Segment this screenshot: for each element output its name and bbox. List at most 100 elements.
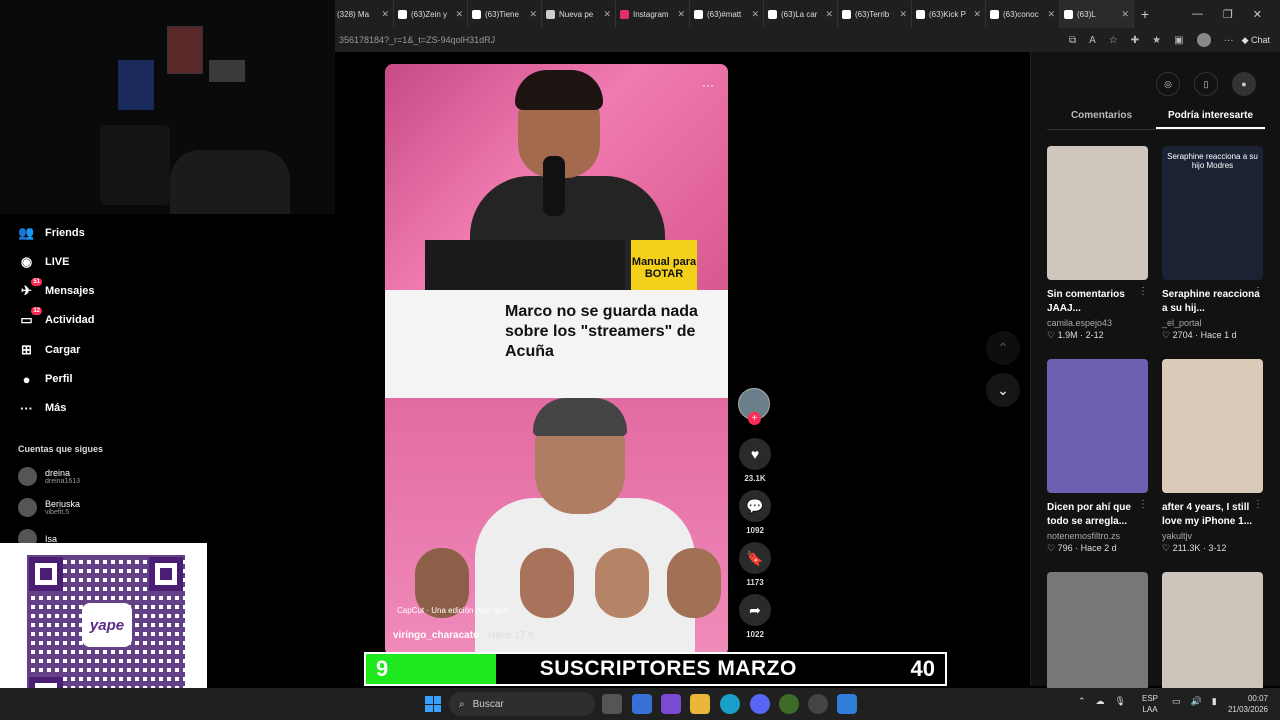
video-thumbnail[interactable] <box>1047 146 1148 280</box>
device-icon[interactable]: ▯ <box>1194 72 1218 96</box>
comment-icon[interactable]: 💬 <box>739 490 771 522</box>
tab-close-icon[interactable]: ✕ <box>751 9 759 20</box>
video-thumbnail[interactable] <box>1162 359 1263 493</box>
creator-name[interactable]: viringo_characato <box>393 630 479 641</box>
browser-tab[interactable]: (63)Tiene ✕ <box>468 0 542 28</box>
restore-icon[interactable]: ❐ <box>1223 8 1233 21</box>
recommended-video-card[interactable]: Sin comentarios JAAJ... camila.espejo43 ♡ … <box>1047 146 1148 341</box>
monitor-icon[interactable]: ▭ <box>1172 696 1181 707</box>
tab-recommended[interactable]: Podría interesarte <box>1156 110 1265 129</box>
card-more-icon[interactable]: ⋮ <box>1253 286 1263 297</box>
coins-icon[interactable]: ◎ <box>1156 72 1180 96</box>
task-view-icon[interactable] <box>602 694 622 714</box>
cloud-icon[interactable]: ☁ <box>1096 696 1105 707</box>
tab-close-icon[interactable]: ✕ <box>1047 9 1055 20</box>
settings-more-icon[interactable]: ··· <box>1224 35 1234 46</box>
browser-tab[interactable]: Instagram ✕ <box>616 0 690 28</box>
browser-tab[interactable]: (63)L ✕ <box>1060 0 1134 28</box>
new-tab-button[interactable]: + <box>1134 6 1156 22</box>
sidebar-item-perfil[interactable]: ● Perfil <box>18 371 73 388</box>
card-author[interactable]: _el_portal <box>1162 318 1263 328</box>
card-more-icon[interactable]: ⋮ <box>1138 286 1148 297</box>
tab-close-icon[interactable]: ✕ <box>603 9 611 20</box>
following-account[interactable]: dreina dreina1613 <box>18 467 80 486</box>
save-icon[interactable]: 🔖 <box>739 542 771 574</box>
browser-tab[interactable]: (63)Terrib ✕ <box>838 0 912 28</box>
copilot-icon[interactable] <box>661 694 681 714</box>
like-icon[interactable]: ♥ <box>739 438 771 470</box>
video-thumbnail[interactable]: Seraphine reacciona a su hijo Modres <box>1162 146 1263 280</box>
tab-close-icon[interactable]: ✕ <box>677 9 685 20</box>
sidebar-item-live[interactable]: ◉ LIVE <box>18 253 70 270</box>
sidebar-item-actividad[interactable]: ▭ 12 Actividad <box>18 306 95 329</box>
tab-close-icon[interactable]: ✕ <box>973 9 981 20</box>
recommended-video-card[interactable]: Dicen por ahí que todo se arregla... note… <box>1047 359 1148 554</box>
discord-icon[interactable] <box>750 694 770 714</box>
user-avatar[interactable]: ● <box>1232 72 1256 96</box>
extensions-icon[interactable]: ✚ <box>1131 35 1139 46</box>
next-video-button[interactable]: ⌄ <box>986 373 1020 407</box>
video-player[interactable]: Manual para BOTAR ··· Marco no se guarda… <box>385 64 728 656</box>
taskbar-search[interactable]: ⌕ Buscar <box>449 692 595 716</box>
video-thumbnail[interactable] <box>1162 572 1263 706</box>
browser-tab[interactable]: (63)Kick P ✕ <box>912 0 986 28</box>
recommended-video-card[interactable]: Seraphine reacciona a su hijo Modres Sera… <box>1162 146 1263 341</box>
card-author[interactable]: camila.espejo43 <box>1047 318 1148 328</box>
browser-tab[interactable]: Nueva pe ✕ <box>542 0 616 28</box>
tab-close-icon[interactable]: ✕ <box>1121 9 1129 20</box>
tab-close-icon[interactable]: ✕ <box>381 9 389 20</box>
store-icon[interactable] <box>632 694 652 714</box>
app-icon[interactable] <box>779 694 799 714</box>
browser-tab[interactable]: (63)Zein y ✕ <box>394 0 468 28</box>
card-more-icon[interactable]: ⋮ <box>1138 499 1148 510</box>
url-field[interactable]: 356178184?_r=1&_t=ZS-94qolH31dRJ <box>335 35 1069 45</box>
open-external-icon[interactable]: ⧉ <box>1069 35 1076 46</box>
tab-close-icon[interactable]: ✕ <box>825 9 833 20</box>
minimize-icon[interactable]: — <box>1192 8 1203 21</box>
copilot-chat-button[interactable]: ◆ Chat <box>1242 35 1280 46</box>
video-thumbnail[interactable] <box>1047 572 1148 706</box>
favorite-star-icon[interactable]: ☆ <box>1109 35 1118 46</box>
video-thumbnail[interactable] <box>1047 359 1148 493</box>
clock[interactable]: 00:07 21/03/2026 <box>1222 693 1268 715</box>
favorites-icon[interactable]: ★ <box>1152 35 1161 46</box>
recommended-video-card[interactable] <box>1047 572 1148 706</box>
obs-icon[interactable] <box>808 694 828 714</box>
tab-close-icon[interactable]: ✕ <box>455 9 463 20</box>
card-author[interactable]: yakultjv <box>1162 531 1263 541</box>
recommended-video-card[interactable] <box>1162 572 1263 706</box>
previous-video-button[interactable]: ⌃ <box>986 331 1020 365</box>
volume-icon[interactable]: 🔊 <box>1191 696 1202 707</box>
sidebar-item-más[interactable]: ··· Más <box>18 400 66 417</box>
profile-avatar[interactable] <box>1196 33 1211 47</box>
translate-icon[interactable]: A <box>1089 35 1096 46</box>
tab-close-icon[interactable]: ✕ <box>529 9 537 20</box>
card-more-icon[interactable]: ⋮ <box>1253 499 1263 510</box>
battery-icon[interactable]: ▮ <box>1212 696 1217 707</box>
sidebar-item-mensajes[interactable]: ✈ 51 Mensajes <box>18 277 95 300</box>
video-more-icon[interactable]: ··· <box>702 78 714 92</box>
collections-icon[interactable]: ▣ <box>1174 35 1183 46</box>
sidebar-item-cargar[interactable]: ⊞ Cargar <box>18 341 80 358</box>
recommended-video-card[interactable]: after 4 years, I still love my iPhone 1.… <box>1162 359 1263 554</box>
browser-tab[interactable]: (63)La car ✕ <box>764 0 838 28</box>
close-window-icon[interactable]: ✕ <box>1253 8 1262 21</box>
card-title[interactable]: after 4 years, I still love my iPhone 1.… <box>1162 501 1263 529</box>
browser-tab[interactable]: (63)#matt ✕ <box>690 0 764 28</box>
card-title[interactable]: Dicen por ahí que todo se arregla... <box>1047 501 1148 529</box>
edge-icon[interactable] <box>720 694 740 714</box>
following-account[interactable]: Beriuska vibefit.5 <box>18 498 80 517</box>
app-icon[interactable] <box>837 694 857 714</box>
sidebar-item-friends[interactable]: 👥 Friends <box>18 224 84 241</box>
mic-icon[interactable]: 🎙 <box>1115 696 1126 707</box>
tab-comments[interactable]: Comentarios <box>1047 110 1156 129</box>
browser-tab[interactable]: (63)conoc ✕ <box>986 0 1060 28</box>
windows-start-icon[interactable] <box>425 696 441 712</box>
tab-close-icon[interactable]: ✕ <box>899 9 907 20</box>
video-creator[interactable]: viringo_characato · Hace 17 h <box>393 630 534 641</box>
share-icon[interactable]: ➦ <box>739 594 771 626</box>
file-explorer-icon[interactable] <box>690 694 710 714</box>
chevron-up-icon[interactable]: ⌃ <box>1078 696 1086 707</box>
card-title[interactable]: Seraphine reacciona a su hij... <box>1162 288 1263 316</box>
card-title[interactable]: Sin comentarios JAAJ... <box>1047 288 1148 316</box>
